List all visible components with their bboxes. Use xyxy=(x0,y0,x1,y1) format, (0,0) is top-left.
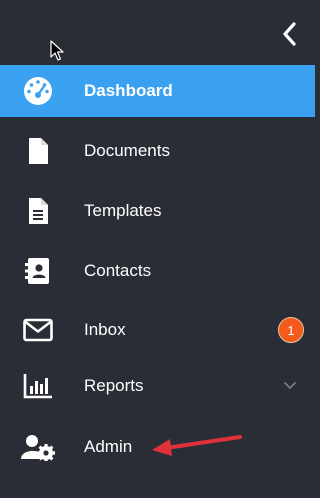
sidebar-item-documents[interactable]: Documents xyxy=(0,125,315,177)
template-icon xyxy=(20,193,56,229)
sidebar: Dashboard Documents Templates Contacts I… xyxy=(0,0,315,498)
dashboard-gauge-icon xyxy=(20,73,56,109)
envelope-icon xyxy=(20,312,56,348)
sidebar-item-reports[interactable]: Reports xyxy=(0,360,315,412)
inbox-count-badge: 1 xyxy=(278,317,304,343)
chevron-down-icon[interactable] xyxy=(282,378,298,394)
sidebar-item-contacts[interactable]: Contacts xyxy=(0,245,315,297)
mouse-cursor-icon xyxy=(50,40,64,61)
sidebar-item-label: Inbox xyxy=(84,320,126,339)
collapse-sidebar-button[interactable] xyxy=(276,18,302,50)
user-gear-icon xyxy=(20,429,56,465)
sidebar-item-label: Documents xyxy=(84,141,170,160)
sidebar-item-label: Contacts xyxy=(84,261,152,280)
annotation-arrow xyxy=(152,435,242,456)
bar-chart-icon xyxy=(20,368,56,404)
sidebar-item-inbox[interactable]: Inbox 1 xyxy=(0,304,315,356)
sidebar-item-dashboard[interactable]: Dashboard xyxy=(0,65,315,117)
sidebar-item-label: Admin xyxy=(84,437,133,456)
document-icon xyxy=(20,133,56,169)
contacts-book-icon xyxy=(20,253,56,289)
sidebar-item-label: Dashboard xyxy=(84,81,173,100)
sidebar-item-label: Templates xyxy=(84,201,162,220)
chevron-left-icon xyxy=(283,22,296,46)
sidebar-item-label: Reports xyxy=(84,376,144,395)
sidebar-item-templates[interactable]: Templates xyxy=(0,185,315,237)
